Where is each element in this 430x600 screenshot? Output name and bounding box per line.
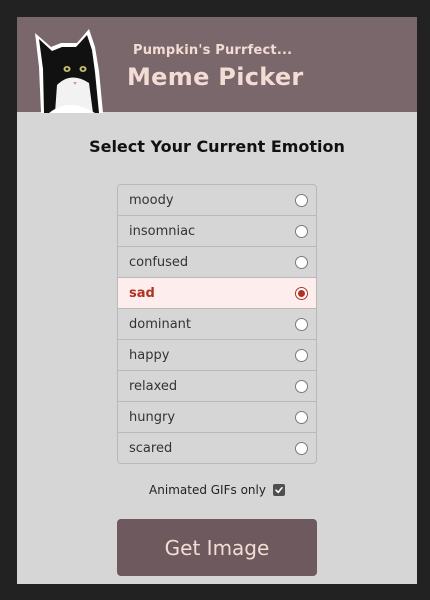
- emotion-option-dominant[interactable]: dominant: [118, 309, 316, 340]
- emotion-option-scared[interactable]: scared: [118, 433, 316, 463]
- gifs-only-row: Animated GIFs only: [17, 483, 417, 497]
- emotion-option-label: confused: [129, 254, 189, 270]
- gifs-only-checkbox[interactable]: [272, 484, 285, 496]
- emotion-option-relaxed[interactable]: relaxed: [118, 371, 316, 402]
- get-image-button[interactable]: Get Image: [117, 519, 317, 576]
- header-subtitle: Pumpkin's Purrfect...: [133, 43, 293, 58]
- radio-button[interactable]: [295, 318, 308, 331]
- emotion-option-moody[interactable]: moody: [118, 185, 316, 216]
- radio-button[interactable]: [295, 194, 308, 207]
- emotion-option-insomniac[interactable]: insomniac: [118, 216, 316, 247]
- emotion-option-confused[interactable]: confused: [118, 247, 316, 278]
- emotion-option-label: moody: [129, 192, 174, 208]
- emotion-option-label: insomniac: [129, 223, 196, 239]
- radio-button[interactable]: [295, 287, 308, 300]
- radio-button[interactable]: [295, 225, 308, 238]
- app-header: Pumpkin's Purrfect... Meme Picker: [17, 17, 417, 113]
- emotion-option-label: relaxed: [129, 378, 178, 394]
- emotion-option-label: hungry: [129, 409, 176, 425]
- page-title: Meme Picker: [127, 63, 304, 91]
- emotion-option-happy[interactable]: happy: [118, 340, 316, 371]
- emotion-option-label: happy: [129, 347, 170, 363]
- emotion-option-label: sad: [129, 285, 155, 301]
- radio-button[interactable]: [295, 442, 308, 455]
- gifs-only-label[interactable]: Animated GIFs only: [149, 483, 266, 497]
- emotion-option-sad[interactable]: sad: [118, 278, 316, 309]
- emotion-option-hungry[interactable]: hungry: [118, 402, 316, 433]
- radio-button[interactable]: [295, 256, 308, 269]
- emotion-option-label: scared: [129, 440, 173, 456]
- emotion-prompt: Select Your Current Emotion: [89, 137, 345, 156]
- emotion-options-list: moody insomniac confused sad dominant ha…: [117, 184, 317, 464]
- radio-button[interactable]: [295, 411, 308, 424]
- checkmark-icon: [275, 487, 283, 494]
- meme-picker-card: Pumpkin's Purrfect... Meme Picker Select…: [17, 17, 417, 584]
- radio-button[interactable]: [295, 380, 308, 393]
- cat-photo-icon: [35, 29, 103, 113]
- emotion-option-label: dominant: [129, 316, 192, 332]
- radio-button[interactable]: [295, 349, 308, 362]
